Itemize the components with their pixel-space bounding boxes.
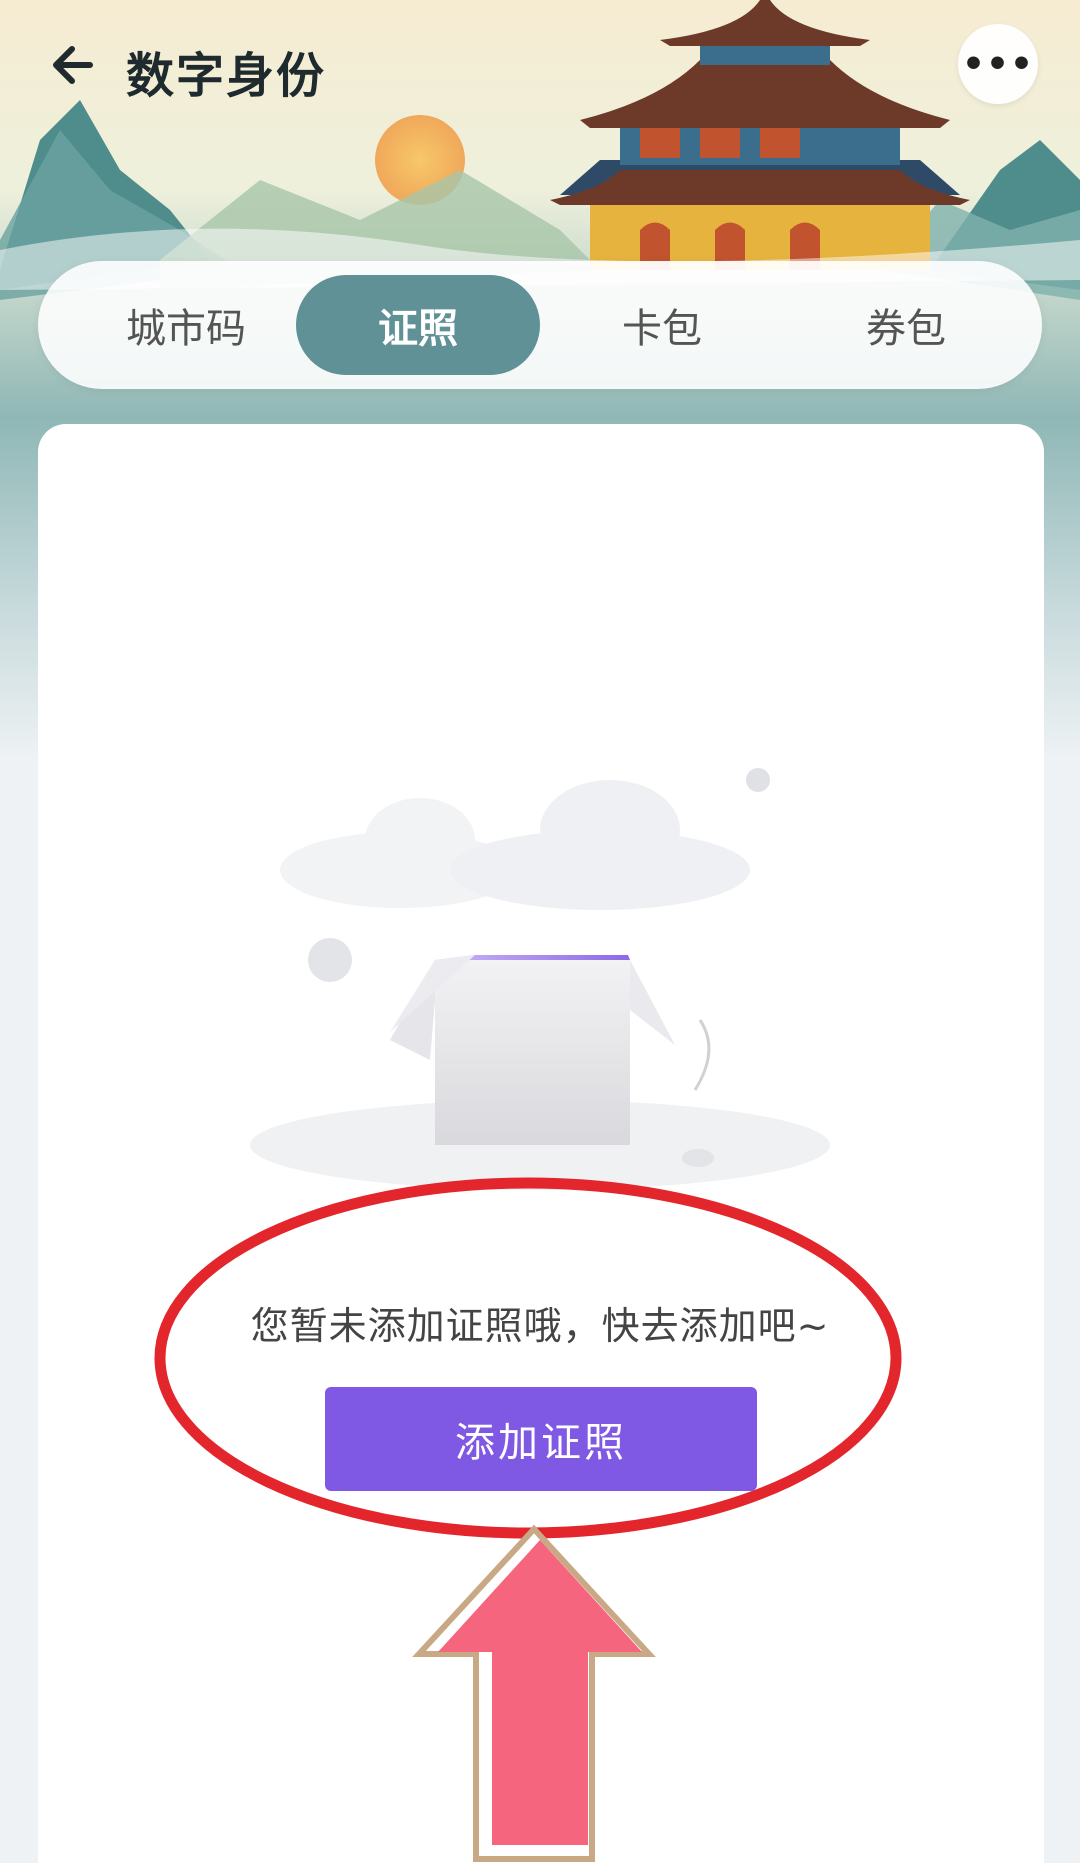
arrow-left-icon xyxy=(53,46,93,84)
add-certificate-button[interactable]: 添加证照 xyxy=(325,1387,757,1491)
empty-box-illustration xyxy=(250,768,830,1190)
tab-city-code[interactable]: 城市码 xyxy=(64,275,308,375)
tab-label: 卡包 xyxy=(622,306,702,352)
tab-label: 城市码 xyxy=(126,306,246,352)
page-title: 数字身份 xyxy=(126,48,327,104)
top-bar: 数字身份 ••• xyxy=(0,0,1080,140)
tab-coupons[interactable]: 券包 xyxy=(784,275,1028,375)
tab-bar: 城市码 证照 卡包 券包 xyxy=(38,261,1042,389)
more-dots-icon: ••• xyxy=(961,43,1035,85)
tab-certificates[interactable]: 证照 xyxy=(296,275,540,375)
more-options-button[interactable]: ••• xyxy=(958,24,1038,104)
tab-label: 证照 xyxy=(378,306,458,352)
tab-label: 券包 xyxy=(866,306,946,352)
tab-card-wallet[interactable]: 卡包 xyxy=(540,275,784,375)
empty-state-message: 您暂未添加证照哦，快去添加吧~ xyxy=(250,1304,830,1348)
back-button[interactable] xyxy=(38,30,108,100)
